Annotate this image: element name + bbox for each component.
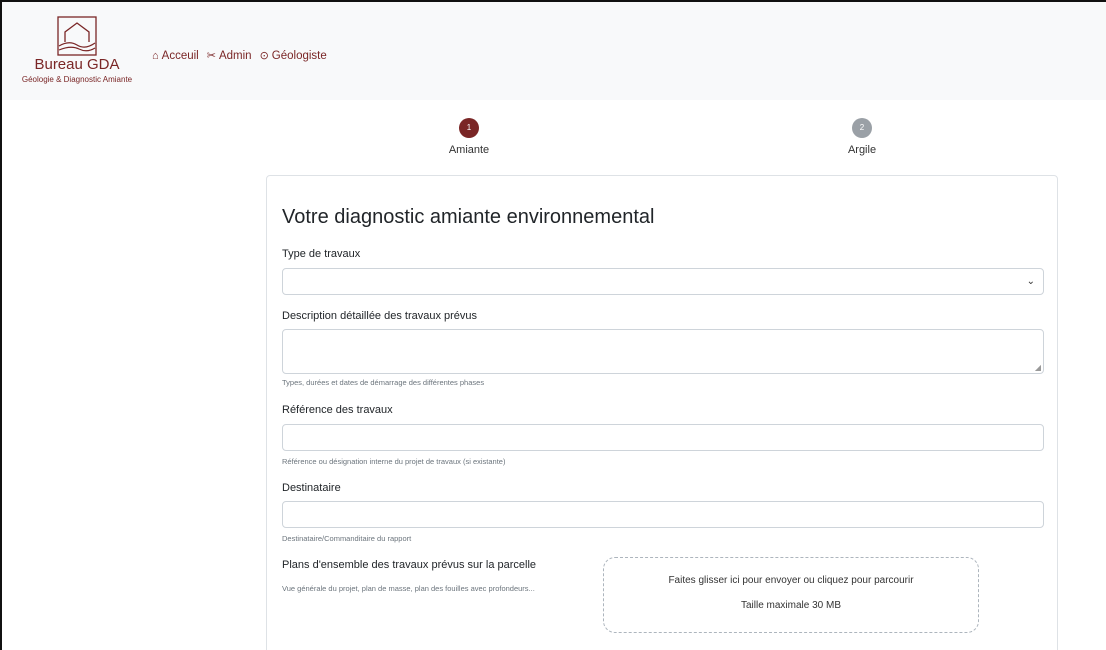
step-number-badge: 2 (852, 118, 872, 138)
step-label: Amiante (448, 144, 490, 156)
diagnostic-form-card: Votre diagnostic amiante environnemental… (266, 175, 1058, 650)
dropzone-text: Faites glisser ici pour envoyer ou cliqu… (668, 575, 914, 586)
step-label: Argile (847, 144, 877, 156)
nav-acceuil[interactable]: ⌂ Acceuil (152, 50, 199, 62)
house-hills-logo-icon (57, 16, 97, 56)
destinataire-label: Destinataire (282, 482, 341, 494)
brand-subtitle: Géologie & Diagnostic Amiante (21, 75, 133, 84)
navbar: Bureau GDA Géologie & Diagnostic Amiante… (2, 2, 1106, 100)
dropzone-max-size: Taille maximale 30 MB (740, 600, 842, 611)
step-argile[interactable]: 2 Argile (802, 118, 922, 156)
step-number-badge: 1 (459, 118, 479, 138)
plans-help: Vue générale du projet, plan de masse, p… (282, 584, 535, 593)
tools-icon: ✂ (206, 49, 216, 62)
nav-admin-label: Admin (218, 50, 252, 62)
plans-label: Plans d'ensemble des travaux prévus sur … (282, 559, 537, 571)
file-dropzone[interactable]: Faites glisser ici pour envoyer ou cliqu… (603, 557, 979, 633)
description-help: Types, durées et dates de démarrage des … (282, 378, 485, 387)
form-stepper: 1 Amiante 2 Argile (265, 118, 1060, 168)
nav-geologiste[interactable]: ⊙ Géologiste (260, 50, 327, 62)
nav-acceuil-label: Acceuil (161, 50, 199, 62)
main-nav: ⌂ Acceuil ✂ Admin ⊙ Géologiste (152, 50, 327, 62)
description-textarea[interactable]: ◢ (282, 329, 1044, 374)
home-icon: ⌂ (152, 49, 159, 62)
destinataire-help: Destinataire/Commanditaire du rapport (282, 534, 412, 543)
reference-label: Référence des travaux (282, 404, 393, 416)
brand-logo[interactable]: Bureau GDA Géologie & Diagnostic Amiante (6, 16, 148, 85)
type-travaux-select[interactable]: ⌄ (282, 268, 1044, 295)
destinataire-input[interactable] (282, 501, 1044, 528)
resize-handle-icon[interactable]: ◢ (1035, 364, 1041, 372)
step-amiante[interactable]: 1 Amiante (409, 118, 529, 156)
type-travaux-label: Type de travaux (282, 248, 361, 260)
compass-icon: ⊙ (259, 49, 269, 62)
brand-title: Bureau GDA (34, 56, 120, 73)
nav-geologiste-label: Géologiste (271, 50, 327, 62)
chevron-down-icon: ⌄ (1026, 276, 1035, 287)
description-label: Description détaillée des travaux prévus (282, 310, 478, 322)
reference-help: Référence ou désignation interne du proj… (282, 457, 506, 466)
nav-admin[interactable]: ✂ Admin (207, 50, 252, 62)
reference-input[interactable] (282, 424, 1044, 451)
form-title: Votre diagnostic amiante environnemental (282, 206, 655, 228)
